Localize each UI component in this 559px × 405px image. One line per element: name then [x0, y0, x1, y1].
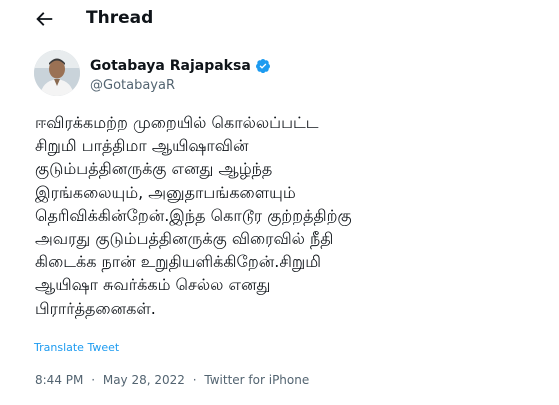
author-handle[interactable]: @GotabayaR	[90, 78, 175, 93]
tweet-text-line: ஆயிஷா சுவர்க்கம் செல்ல எனது	[35, 275, 271, 295]
page-title: Thread	[86, 8, 154, 28]
tweet-date[interactable]: May 28, 2022	[103, 373, 185, 387]
separator-dot: ·	[192, 373, 197, 387]
tweet-text-line: குடும்பத்தினருக்கு எனது ஆழ்ந்த	[35, 159, 273, 179]
tweet-text-line: ஈவிரக்கமற்ற முறையில் கொல்லப்பட்ட	[35, 113, 319, 132]
tweet-source[interactable]: Twitter for iPhone	[204, 373, 309, 387]
tweet-text: ஈவிரக்கமற்ற முறையில் கொல்லப்பட்ட சிறுமி …	[35, 111, 555, 320]
tweet-text-line: இரங்கலையும், அனுதாபங்களையும்	[35, 182, 296, 202]
tweet-text-line: தெரிவிக்கின்றேன்.இந்த கொடூர குற்றத்திற்க…	[35, 205, 352, 225]
tweet-text-line: சிறுமி பாத்திமா ஆயிஷாவின்	[35, 136, 249, 156]
tweet-metadata: 8:44 PM · May 28, 2022 · Twitter for iPh…	[35, 373, 309, 387]
tweet-text-line: அவரது குடும்பத்தினருக்கு விரைவில் நீதி	[35, 229, 334, 249]
arrow-left-icon	[36, 12, 53, 26]
tweet-text-line: பிரார்த்தனைகள்.	[35, 298, 156, 318]
translate-tweet-link[interactable]: Translate Tweet	[34, 341, 119, 354]
avatar[interactable]	[34, 50, 80, 96]
tweet-text-line: கிடைக்க நான் உறுதியளிக்கிறேன்.சிறுமி	[35, 252, 322, 272]
profile-photo-icon	[34, 50, 80, 96]
back-button[interactable]	[33, 8, 59, 30]
separator-dot: ·	[91, 373, 96, 387]
tweet-time[interactable]: 8:44 PM	[35, 373, 83, 387]
verified-badge-icon	[255, 58, 271, 74]
author-name-row[interactable]: Gotabaya Rajapaksa	[90, 58, 271, 74]
thread-header: Thread	[0, 0, 559, 40]
author-name[interactable]: Gotabaya Rajapaksa	[90, 58, 251, 74]
